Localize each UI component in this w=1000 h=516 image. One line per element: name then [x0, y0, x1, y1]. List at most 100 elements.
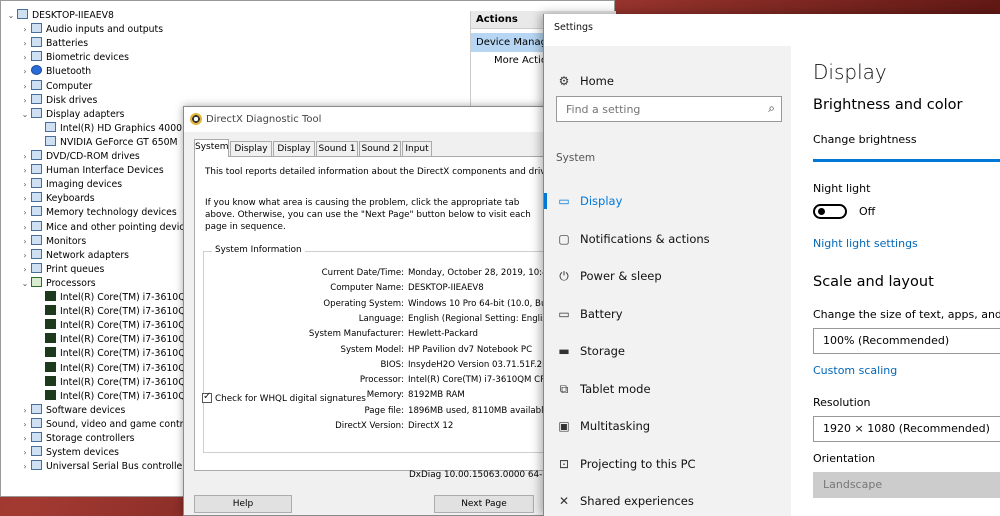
tab-display-2[interactable]: Display 2 — [273, 141, 315, 168]
tree-item[interactable]: › Software devices — [19, 403, 125, 418]
chevron-right-icon[interactable]: › — [19, 178, 31, 192]
nav-item-label: Power & sleep — [580, 269, 662, 283]
tree-item[interactable]: › Audio inputs and outputs — [19, 23, 163, 37]
tree-item[interactable]: Intel(R) HD Graphics 4000 — [33, 121, 182, 136]
chevron-right-icon[interactable]: › — [19, 404, 31, 418]
scale-dropdown[interactable]: 100% (Recommended) — [813, 328, 1000, 354]
nav-storage[interactable]: ▬ Storage — [544, 336, 791, 366]
chevron-down-icon[interactable]: ⌄ — [19, 277, 31, 291]
sysinfo-row: System Manufacturer: Hewlett-Packard — [204, 327, 549, 341]
chevron-right-icon[interactable]: › — [19, 206, 31, 220]
search-icon[interactable]: ⌕ — [768, 101, 775, 116]
tree-item[interactable]: › Keyboards — [19, 192, 95, 206]
tree-item-label: Universal Serial Bus controllers — [46, 461, 191, 473]
next-page-button[interactable]: Next Page — [434, 495, 534, 513]
chevron-right-icon[interactable]: › — [19, 460, 31, 474]
tab-sound-1[interactable]: Sound 1 — [316, 141, 358, 156]
night-light-settings-link[interactable]: Night light settings — [813, 237, 918, 250]
tab-display-1[interactable]: Display 1 — [230, 141, 272, 168]
dxdiag-titlebar[interactable]: DirectX Diagnostic Tool — [184, 107, 557, 132]
tree-item[interactable]: Intel(R) Core(TM) i7-3610QM — [33, 291, 194, 305]
tree-item[interactable]: › Batteries — [19, 37, 88, 51]
nav-home-label: Home — [580, 74, 614, 88]
tree-item[interactable]: › Human Interface Devices — [19, 164, 164, 178]
tree-item[interactable]: › Memory technology devices — [19, 206, 177, 220]
find-setting-input[interactable] — [557, 97, 757, 121]
find-setting-box[interactable]: ⌕ — [556, 96, 782, 122]
tree-item[interactable]: › Biometric devices — [19, 51, 129, 65]
change-brightness-label: Change brightness — [813, 133, 917, 146]
night-light-toggle[interactable] — [813, 204, 847, 219]
nav-shared-experiences[interactable]: ✕ Shared experiences — [544, 486, 791, 516]
tree-item[interactable]: › Sound, video and game controllers — [19, 417, 209, 432]
chevron-right-icon[interactable]: › — [19, 23, 31, 37]
custom-scaling-link[interactable]: Custom scaling — [813, 364, 897, 377]
chevron-right-icon[interactable]: › — [19, 192, 31, 206]
tree-item[interactable]: Intel(R) Core(TM) i7-3610QM — [33, 375, 194, 390]
chevron-right-icon[interactable]: › — [19, 51, 31, 65]
chevron-right-icon[interactable]: › — [19, 37, 31, 51]
resolution-dropdown[interactable]: 1920 × 1080 (Recommended) — [813, 416, 1000, 442]
chevron-right-icon[interactable]: › — [19, 65, 31, 79]
chevron-right-icon[interactable]: › — [19, 80, 31, 94]
sysinfo-label: BIOS: — [380, 359, 404, 370]
tab-system[interactable]: System — [194, 139, 229, 157]
chevron-right-icon[interactable]: › — [19, 263, 31, 277]
nav-home[interactable]: ⚙ Home — [544, 66, 791, 96]
chevron-right-icon[interactable]: › — [19, 418, 31, 432]
chevron-right-icon[interactable]: › — [19, 164, 31, 178]
tree-item[interactable]: ⌄ DESKTOP-IIEAEV8 — [5, 9, 114, 23]
whql-checkbox-row[interactable]: Check for WHQL digital signatures — [202, 391, 366, 405]
display-settings-page: Display Brightness and color Change brig… — [791, 46, 1000, 516]
tree-item[interactable]: › System devices — [19, 446, 119, 460]
tree-item[interactable]: › Imaging devices — [19, 178, 122, 192]
tab-input[interactable]: Input — [402, 141, 432, 156]
tree-item[interactable]: Intel(R) Core(TM) i7-3610QM — [33, 389, 194, 404]
tree-item[interactable]: › Disk drives — [19, 93, 97, 108]
nav-tablet-mode[interactable]: ⧉ Tablet mode — [544, 374, 791, 404]
tree-item[interactable]: › Bluetooth — [19, 65, 91, 79]
tree-item[interactable]: › Mice and other pointing devices — [19, 220, 195, 235]
monitor-icon — [31, 107, 42, 118]
nav-projecting-to-this-pc[interactable]: ⊡ Projecting to this PC — [544, 449, 791, 479]
chevron-down-icon[interactable]: ⌄ — [5, 9, 17, 23]
tree-item[interactable]: Intel(R) Core(TM) i7-3610QM — [33, 319, 194, 333]
tree-item[interactable]: ⌄ Display adapters — [19, 107, 124, 122]
speaker-icon — [31, 23, 42, 34]
nav-battery[interactable]: ▭ Battery — [544, 299, 791, 329]
chevron-right-icon[interactable]: › — [19, 235, 31, 249]
chevron-right-icon[interactable]: › — [19, 446, 31, 460]
system-information-legend: System Information — [212, 245, 305, 255]
sysinfo-value: Monday, October 28, 2019, 10:43:1 — [408, 268, 548, 278]
tree-item[interactable]: › Print queues — [19, 262, 104, 277]
tree-item[interactable]: Intel(R) Core(TM) i7-3610QM — [33, 305, 194, 319]
tree-item[interactable]: › DVD/CD-ROM drives — [19, 150, 140, 164]
help-button[interactable]: Help — [194, 495, 292, 513]
nav-display[interactable]: ▭ Display — [544, 186, 791, 216]
tree-item[interactable]: Intel(R) Core(TM) i7-3610QM — [33, 333, 194, 347]
chevron-right-icon[interactable]: › — [19, 432, 31, 446]
chevron-down-icon[interactable]: ⌄ — [19, 108, 31, 122]
tab-sound-2[interactable]: Sound 2 — [359, 141, 401, 156]
chevron-right-icon[interactable]: › — [19, 150, 31, 164]
tree-item[interactable]: › Monitors — [19, 234, 86, 249]
sysinfo-label: Computer Name: — [330, 283, 404, 294]
chevron-right-icon[interactable]: › — [19, 221, 31, 235]
tree-item[interactable]: › Universal Serial Bus controllers — [19, 460, 191, 474]
brightness-slider[interactable] — [813, 159, 1000, 162]
tree-item[interactable]: › Storage controllers — [19, 432, 135, 446]
chevron-right-icon[interactable]: › — [19, 94, 31, 108]
nav-multitasking[interactable]: ▣ Multitasking — [544, 411, 791, 441]
nav-power-sleep[interactable]: ⏻ Power & sleep — [544, 261, 791, 291]
tree-item[interactable]: NVIDIA GeForce GT 650M — [33, 135, 178, 150]
orientation-dropdown[interactable]: Landscape — [813, 472, 1000, 498]
whql-checkbox[interactable] — [202, 391, 212, 403]
tree-item[interactable]: Intel(R) Core(TM) i7-3610QM — [33, 361, 194, 376]
tree-item[interactable]: ⌄ Processors — [19, 276, 96, 291]
tree-item[interactable]: › Computer — [19, 79, 92, 94]
tree-item[interactable]: › Network adapters — [19, 248, 129, 263]
chevron-right-icon[interactable]: › — [19, 249, 31, 263]
tree-item[interactable]: Intel(R) Core(TM) i7-3610QM — [33, 347, 194, 361]
nav-notifications-actions[interactable]: ▢ Notifications & actions — [544, 224, 791, 254]
nav-item-label: Shared experiences — [580, 494, 694, 508]
